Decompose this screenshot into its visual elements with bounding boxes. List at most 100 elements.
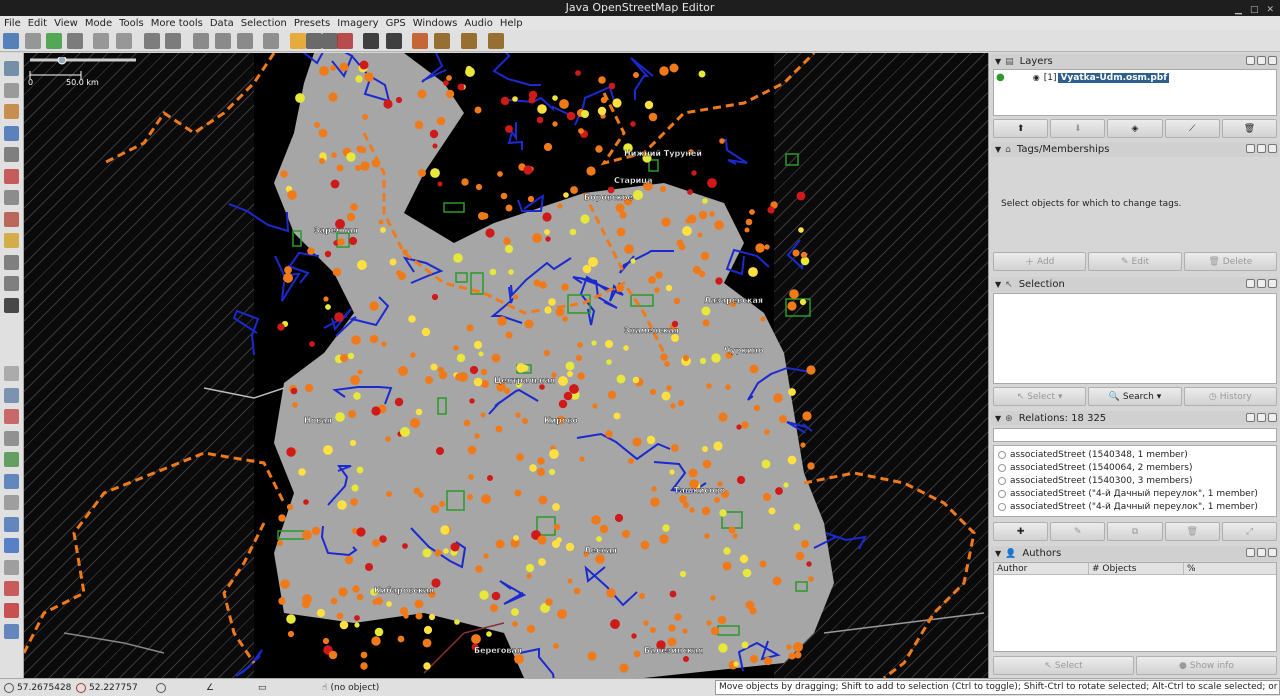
menu-presets[interactable]: Presets (294, 18, 330, 29)
expand-icon[interactable] (4, 297, 19, 313)
preferences-icon[interactable] (144, 33, 160, 49)
collapse-icon[interactable]: ▼ (995, 145, 1001, 154)
draw-tool-icon[interactable] (4, 104, 19, 119)
menu-mode[interactable]: Mode (85, 18, 112, 29)
redo-icon[interactable] (116, 33, 132, 49)
panel-close-icon[interactable] (1268, 279, 1277, 288)
level-crossing-icon[interactable] (322, 33, 338, 49)
menu-view[interactable]: View (54, 18, 78, 29)
col-objects[interactable]: # Objects (1089, 563, 1184, 574)
conflict-icon[interactable] (4, 495, 19, 510)
delete-tag-button[interactable]: 🗑 Delete (1183, 252, 1277, 271)
menu-tools[interactable]: Tools (119, 18, 144, 29)
scale-bar[interactable]: 0 50.0 km (26, 57, 146, 87)
relations-list[interactable]: associatedStreet (1540348, 1 member) asso… (993, 445, 1277, 517)
brick-wall-icon[interactable] (337, 33, 353, 49)
undo-icon[interactable] (93, 33, 109, 49)
refresh-icon[interactable] (237, 33, 253, 49)
panel-detach-icon[interactable] (1257, 548, 1266, 557)
panel-config-icon[interactable] (1246, 548, 1255, 557)
car-icon[interactable] (363, 33, 379, 49)
edit-tag-button[interactable]: ✎ Edit (1088, 252, 1182, 271)
col-percent[interactable]: % (1184, 563, 1276, 574)
split-icon[interactable] (4, 211, 19, 227)
castle-icon[interactable] (461, 33, 477, 49)
duplicate-relation-button[interactable]: ⧉ (1107, 522, 1163, 541)
pencil-icon[interactable] (4, 233, 19, 248)
panel-close-icon[interactable] (1268, 413, 1277, 422)
save-icon[interactable] (25, 33, 41, 49)
panel-detach-icon[interactable] (1257, 56, 1266, 65)
parallel-icon[interactable] (4, 190, 19, 205)
panel-close-icon[interactable] (1268, 548, 1277, 557)
improve-way-icon[interactable] (4, 168, 19, 184)
collapse-icon[interactable]: ▼ (995, 280, 1001, 289)
menu-selection[interactable]: Selection (241, 18, 287, 29)
wall-icon[interactable] (4, 276, 19, 291)
bus-icon[interactable] (386, 33, 402, 49)
map-pin-icon[interactable] (4, 602, 19, 618)
map-canvas[interactable]: Нижний Туруней Старица Боровское Кирово Цент… (24, 53, 988, 678)
panel-config-icon[interactable] (1246, 279, 1255, 288)
add-relation-button[interactable]: ✚ (993, 522, 1049, 541)
collapse-icon[interactable]: ▼ (995, 414, 1001, 423)
relation-row[interactable]: associatedStreet (1540300, 3 members) (994, 474, 1276, 487)
layers-panel-header[interactable]: ▼ ▤ Layers (991, 54, 1279, 69)
col-author[interactable]: Author (994, 563, 1089, 574)
delete-tool-icon[interactable] (4, 147, 19, 162)
history-icon[interactable] (4, 473, 19, 489)
panel-detach-icon[interactable] (1257, 144, 1266, 153)
relation-row[interactable]: associatedStreet ("4-й Дачный переулок",… (994, 500, 1276, 513)
layers-toggle-icon[interactable] (4, 366, 19, 381)
panel-config-icon[interactable] (1246, 144, 1255, 153)
minimap-icon[interactable] (4, 624, 19, 639)
visibility-eye-icon[interactable]: ◉ (1033, 73, 1040, 82)
selection-panel-header[interactable]: ▼ ↖ Selection (991, 277, 1279, 292)
panel-close-icon[interactable] (1268, 144, 1277, 153)
relation-row[interactable]: associatedStreet (1540064, 2 members) (994, 461, 1276, 474)
panel-detach-icon[interactable] (1257, 279, 1266, 288)
select-tool-icon[interactable] (4, 61, 19, 76)
layer-row[interactable]: ● ◉ [1] Vyatka-Udm.osm.pbf (996, 72, 1276, 83)
relation-row[interactable]: associatedStreet ("4-й Дачный переулок",… (994, 487, 1276, 500)
collapse-icon[interactable]: ▼ (995, 549, 1001, 558)
menu-edit[interactable]: Edit (28, 18, 47, 29)
add-tag-button[interactable]: ＋ Add (993, 252, 1087, 271)
panel-detach-icon[interactable] (1257, 413, 1266, 422)
delete-layer-button[interactable]: 🗑 (1221, 119, 1278, 138)
relation-filter-input[interactable] (993, 428, 1277, 442)
gift-icon[interactable] (4, 581, 19, 596)
menu-more-tools[interactable]: More tools (151, 18, 203, 29)
building-icon[interactable] (4, 254, 19, 270)
menu-gps[interactable]: GPS (386, 18, 406, 29)
authors-select-button[interactable]: ↖ Select (993, 656, 1134, 675)
merge-layer-button[interactable]: ◈ (1107, 119, 1163, 138)
tag-icon[interactable] (4, 387, 19, 403)
restaurant-icon[interactable] (434, 33, 450, 49)
warning-icon[interactable] (412, 33, 428, 49)
upload-icon[interactable] (67, 33, 83, 49)
panel-config-icon[interactable] (1246, 413, 1255, 422)
open-icon[interactable] (3, 33, 19, 49)
select-members-button[interactable]: ⤢ (1221, 522, 1278, 541)
menu-file[interactable]: File (4, 18, 21, 29)
layer-name[interactable]: Vyatka-Udm.osm.pbf (1058, 72, 1170, 83)
relation-icon[interactable] (4, 559, 19, 575)
edit-relation-button[interactable]: ✎ (1050, 522, 1106, 541)
history-button[interactable]: ◷ History (1183, 387, 1277, 406)
zoom-extent-icon[interactable] (165, 33, 181, 49)
relation-row[interactable]: associatedStreet (1540348, 1 member) (994, 448, 1276, 461)
tags-panel-header[interactable]: ▼ ⌂ Tags/Memberships (991, 142, 1279, 157)
menu-windows[interactable]: Windows (413, 18, 458, 29)
active-layer-icon[interactable]: ● (996, 72, 1005, 83)
menu-help[interactable]: Help (500, 18, 523, 29)
panel-config-icon[interactable] (1246, 56, 1255, 65)
split-way-icon[interactable] (215, 33, 231, 49)
industrial-icon[interactable] (488, 33, 504, 49)
lasso-tool-icon[interactable] (4, 82, 19, 98)
select-button[interactable]: ↖ Select ▾ (993, 387, 1087, 406)
move-down-button[interactable]: ⬇ (1050, 119, 1106, 138)
grey-square-icon[interactable] (263, 33, 279, 49)
menu-imagery[interactable]: Imagery (337, 18, 378, 29)
map-view[interactable]: Нижний Туруней Старица Боровское Кирово Цент… (24, 53, 988, 678)
